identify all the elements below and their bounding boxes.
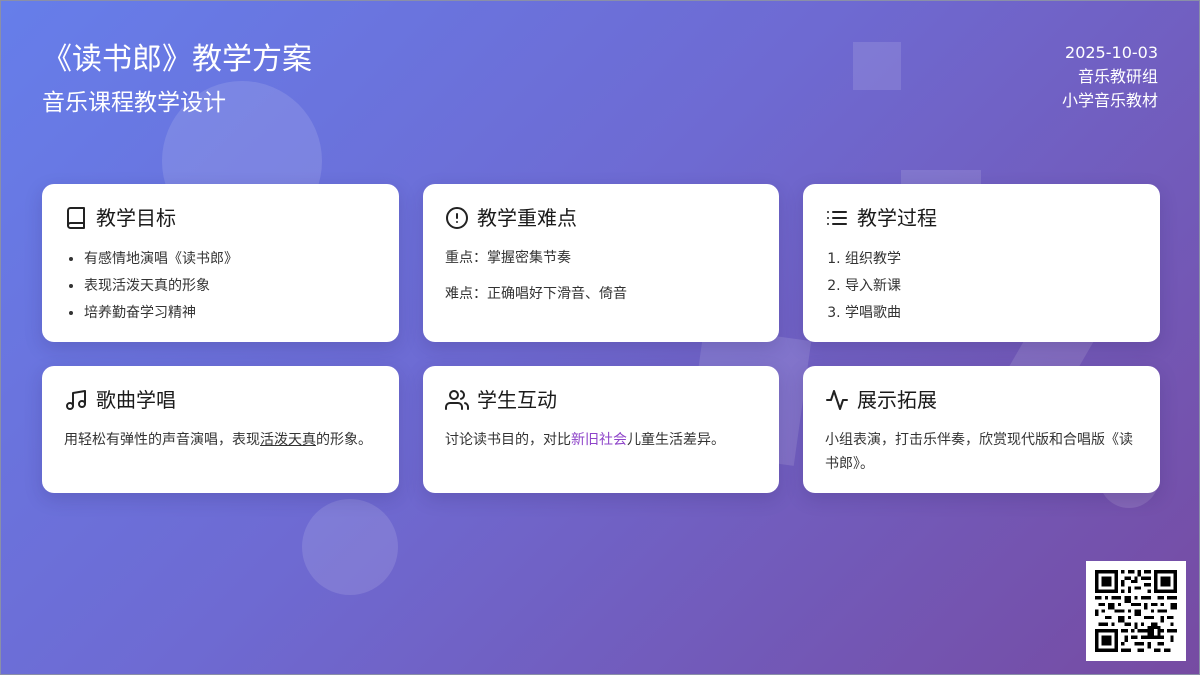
- underlined-text: 活泼天真: [260, 432, 316, 448]
- highlighted-text: 新旧社会: [571, 432, 627, 448]
- card-title: 教学过程: [857, 206, 937, 230]
- users-icon: [445, 390, 469, 410]
- card-header: 教学过程: [825, 204, 1138, 232]
- card-extension: 展示拓展 小组表演，打击乐伴奏，欣赏现代版和合唱版《读书郎》。: [803, 366, 1160, 493]
- singing-text: 用轻松有弹性的声音演唱，表现活泼天真的形象。: [64, 428, 377, 452]
- text-segment: 的形象。: [316, 432, 372, 448]
- page-subtitle: 音乐课程教学设计: [42, 90, 226, 116]
- card-title: 展示拓展: [857, 388, 937, 412]
- card-keypoints: 教学重难点 重点：掌握密集节奏 难点：正确唱好下滑音、倚音: [423, 184, 779, 342]
- card-header: 教学重难点: [445, 204, 757, 232]
- card-process: 教学过程 组织教学 导入新课 学唱歌曲: [803, 184, 1160, 342]
- difficulty-text: 难点：正确唱好下滑音、倚音: [445, 286, 627, 302]
- list-item: 组织教学: [845, 246, 1138, 273]
- card-goals: 教学目标 有感情地演唱《读书郎》 表现活泼天真的形象 培养勤奋学习精神: [42, 184, 399, 342]
- date-text: 2025-10-03: [1065, 43, 1158, 62]
- card-header: 歌曲学唱: [64, 386, 377, 414]
- group-text: 音乐教研组: [1077, 67, 1158, 86]
- book-icon: [67, 207, 85, 229]
- card-singing: 歌曲学唱 用轻松有弹性的声音演唱，表现活泼天真的形象。: [42, 366, 399, 493]
- alert-circle-icon: [446, 207, 468, 229]
- activity-icon: [826, 390, 848, 410]
- list-item: 培养勤奋学习精神: [84, 300, 377, 327]
- card-header: 展示拓展: [825, 386, 1138, 414]
- list-icon: [827, 211, 847, 225]
- decor-square: [853, 42, 901, 90]
- process-list: 组织教学 导入新课 学唱歌曲: [825, 246, 1138, 327]
- card-title: 教学重难点: [477, 206, 577, 230]
- decor-circle: [302, 499, 398, 595]
- text-segment: 用轻松有弹性的声音演唱，表现: [64, 432, 260, 448]
- music-icon: [66, 390, 86, 410]
- list-item: 学唱歌曲: [845, 300, 1138, 327]
- card-title: 歌曲学唱: [96, 388, 176, 412]
- card-header: 教学目标: [64, 204, 377, 232]
- card-title: 学生互动: [477, 388, 557, 412]
- header: 《读书郎》教学方案 音乐课程教学设计: [42, 39, 312, 121]
- card-title: 教学目标: [96, 206, 176, 230]
- qr-code: [1086, 561, 1186, 661]
- text-segment: 儿童生活差异。: [627, 432, 725, 448]
- card-interaction: 学生互动 讨论读书目的，对比新旧社会儿童生活差异。: [423, 366, 779, 493]
- key-point-text: 重点：掌握密集节奏: [445, 250, 571, 266]
- material-text: 小学音乐教材: [1061, 91, 1158, 110]
- card-header: 学生互动: [445, 386, 757, 414]
- qr-code-icon: [1095, 570, 1177, 652]
- list-item: 有感情地演唱《读书郎》: [84, 246, 377, 273]
- extension-text: 小组表演，打击乐伴奏，欣赏现代版和合唱版《读书郎》。: [825, 432, 1133, 472]
- list-item: 导入新课: [845, 273, 1138, 300]
- page-title: 《读书郎》教学方案: [42, 42, 312, 77]
- meta-info: 2025-10-03 音乐教研组 小学音乐教材: [1062, 41, 1158, 113]
- list-item: 表现活泼天真的形象: [84, 273, 377, 300]
- text-segment: 讨论读书目的，对比: [445, 432, 571, 448]
- interaction-text: 讨论读书目的，对比新旧社会儿童生活差异。: [445, 428, 757, 452]
- goals-list: 有感情地演唱《读书郎》 表现活泼天真的形象 培养勤奋学习精神: [64, 246, 377, 327]
